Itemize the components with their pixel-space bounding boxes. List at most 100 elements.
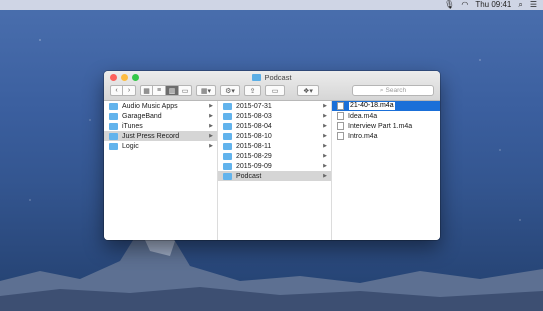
icon-view-button[interactable]: ▦ [140,85,153,96]
list-item[interactable]: Logic ▶ [104,141,217,151]
column-browser: Audio Music Apps ▶ GarageBand ▶ iTunes ▶ Ju… [104,101,440,240]
edit-tags-button[interactable]: ▭ [265,85,285,96]
list-item[interactable]: 2015-08-11 ▶ [218,141,331,151]
list-item[interactable]: 2015-08-04 ▶ [218,121,331,131]
search-placeholder: Search [385,87,407,94]
item-label: Audio Music Apps [122,102,178,110]
search-field[interactable]: ⌕ Search [352,85,434,96]
folder-icon [109,122,118,130]
folder-icon [109,112,118,120]
action-menu-button[interactable]: ⚙▾ [220,85,240,96]
disclosure-arrow-icon: ▶ [323,173,327,179]
folder-icon [223,142,232,150]
column-1: Audio Music Apps ▶ GarageBand ▶ iTunes ▶ Ju… [104,101,218,240]
folder-icon [223,152,232,160]
folder-icon [109,142,118,150]
item-label: Idea.m4a [348,112,378,120]
item-label: 2015-08-29 [236,152,272,160]
list-item[interactable]: 2015-07-31 ▶ [218,101,331,111]
forward-button[interactable]: › [123,85,136,96]
list-item[interactable]: 2015-08-29 ▶ [218,151,331,161]
list-item[interactable]: iTunes ▶ [104,121,217,131]
window-title-label: Podcast [264,73,292,82]
disclosure-arrow-icon: ▶ [209,133,213,139]
folder-icon [223,132,232,140]
menu-bar: 🎙 ◠ Thu 09:41 ⌕ ☰ [0,0,543,10]
list-item[interactable]: 21-40-18.m4a [332,101,440,111]
disclosure-arrow-icon: ▶ [209,123,213,129]
disclosure-arrow-icon: ▶ [323,143,327,149]
microphone-icon[interactable]: 🎙 [444,0,454,10]
list-item[interactable]: 2015-08-10 ▶ [218,131,331,141]
list-item[interactable]: Interview Part 1.m4a [332,121,440,131]
chevron-right-icon: › [127,87,131,94]
disclosure-arrow-icon: ▶ [209,103,213,109]
disclosure-arrow-icon: ▶ [323,163,327,169]
cover-flow-button[interactable]: ▭ [179,85,192,96]
item-label: 2015-08-11 [236,142,272,150]
disclosure-arrow-icon: ▶ [209,113,213,119]
icon-grid-icon: ▦ [143,87,150,95]
disclosure-arrow-icon: ▶ [323,113,327,119]
finder-window: Podcast ‹ › ▦ ≡ ▥ ▭ ▦▾ ⚙▾ ⇪ ▭ ❖▾ ⌕ Searc… [104,71,440,240]
title-bar: Podcast ‹ › ▦ ≡ ▥ ▭ ▦▾ ⚙▾ ⇪ ▭ ❖▾ ⌕ Searc… [104,71,440,101]
search-icon: ⌕ [379,86,384,94]
notification-center-icon[interactable]: ☰ [530,0,537,10]
column-3: 21-40-18.m4a Idea.m4a Interview Part 1.m… [332,101,440,240]
chevron-left-icon: ‹ [115,87,118,94]
item-label: Intro.m4a [348,132,378,140]
item-label: 2015-09-09 [236,162,272,170]
list-item[interactable]: Podcast ▶ [218,171,331,181]
item-label: iTunes [122,122,143,130]
share-button[interactable]: ⇪ [244,85,261,96]
folder-icon [223,112,232,120]
rename-field[interactable]: 21-40-18.m4a [348,101,396,111]
list-icon: ≡ [156,87,162,94]
menu-bar-clock[interactable]: Thu 09:41 [475,0,511,10]
folder-icon [223,162,232,170]
cover-flow-icon: ▭ [181,87,189,95]
navigation-buttons: ‹ › [110,85,136,96]
list-item[interactable]: Intro.m4a [332,131,440,141]
item-label: 2015-08-03 [236,112,272,120]
gear-icon: ⚙▾ [225,87,235,95]
folder-icon [223,172,232,180]
audio-file-icon [337,122,344,130]
share-icon: ⇪ [249,87,256,95]
list-item[interactable]: 2015-08-03 ▶ [218,111,331,121]
list-item[interactable]: Audio Music Apps ▶ [104,101,217,111]
window-title: Podcast [104,73,440,82]
folder-icon [109,132,118,140]
folder-icon [223,102,232,110]
arrange-grid-icon: ▦▾ [200,87,212,95]
list-view-button[interactable]: ≡ [153,85,166,96]
disclosure-arrow-icon: ▶ [323,103,327,109]
view-mode-selector: ▦ ≡ ▥ ▭ [140,85,192,96]
spotlight-search-icon[interactable]: ⌕ [518,0,522,10]
item-label: 2015-07-31 [236,102,272,110]
disclosure-arrow-icon: ▶ [323,123,327,129]
disclosure-arrow-icon: ▶ [323,153,327,159]
audio-file-icon [337,132,344,140]
list-item[interactable]: GarageBand ▶ [104,111,217,121]
tag-icon: ▭ [271,87,279,95]
disclosure-arrow-icon: ▶ [323,133,327,139]
column-2: 2015-07-31 ▶ 2015-08-03 ▶ 2015-08-04 ▶ 2015… [218,101,332,240]
dropbox-icon: ❖▾ [303,87,313,95]
item-label: Logic [122,142,139,150]
back-button[interactable]: ‹ [110,85,123,96]
dropbox-button[interactable]: ❖▾ [297,85,319,96]
audio-file-icon [337,112,344,120]
list-item[interactable]: 2015-09-09 ▶ [218,161,331,171]
item-label: Interview Part 1.m4a [348,122,413,130]
list-item[interactable]: Idea.m4a [332,111,440,121]
list-item[interactable]: Just Press Record ▶ [104,131,217,141]
arrange-menu-button[interactable]: ▦▾ [196,85,216,96]
folder-icon [252,74,262,81]
wifi-icon[interactable]: ◠ [461,0,468,10]
item-label: GarageBand [122,112,162,120]
column-view-button[interactable]: ▥ [166,85,179,96]
item-label: 2015-08-04 [236,122,272,130]
toolbar: ‹ › ▦ ≡ ▥ ▭ ▦▾ ⚙▾ ⇪ ▭ ❖▾ ⌕ Search [110,84,434,97]
folder-icon [109,102,118,110]
